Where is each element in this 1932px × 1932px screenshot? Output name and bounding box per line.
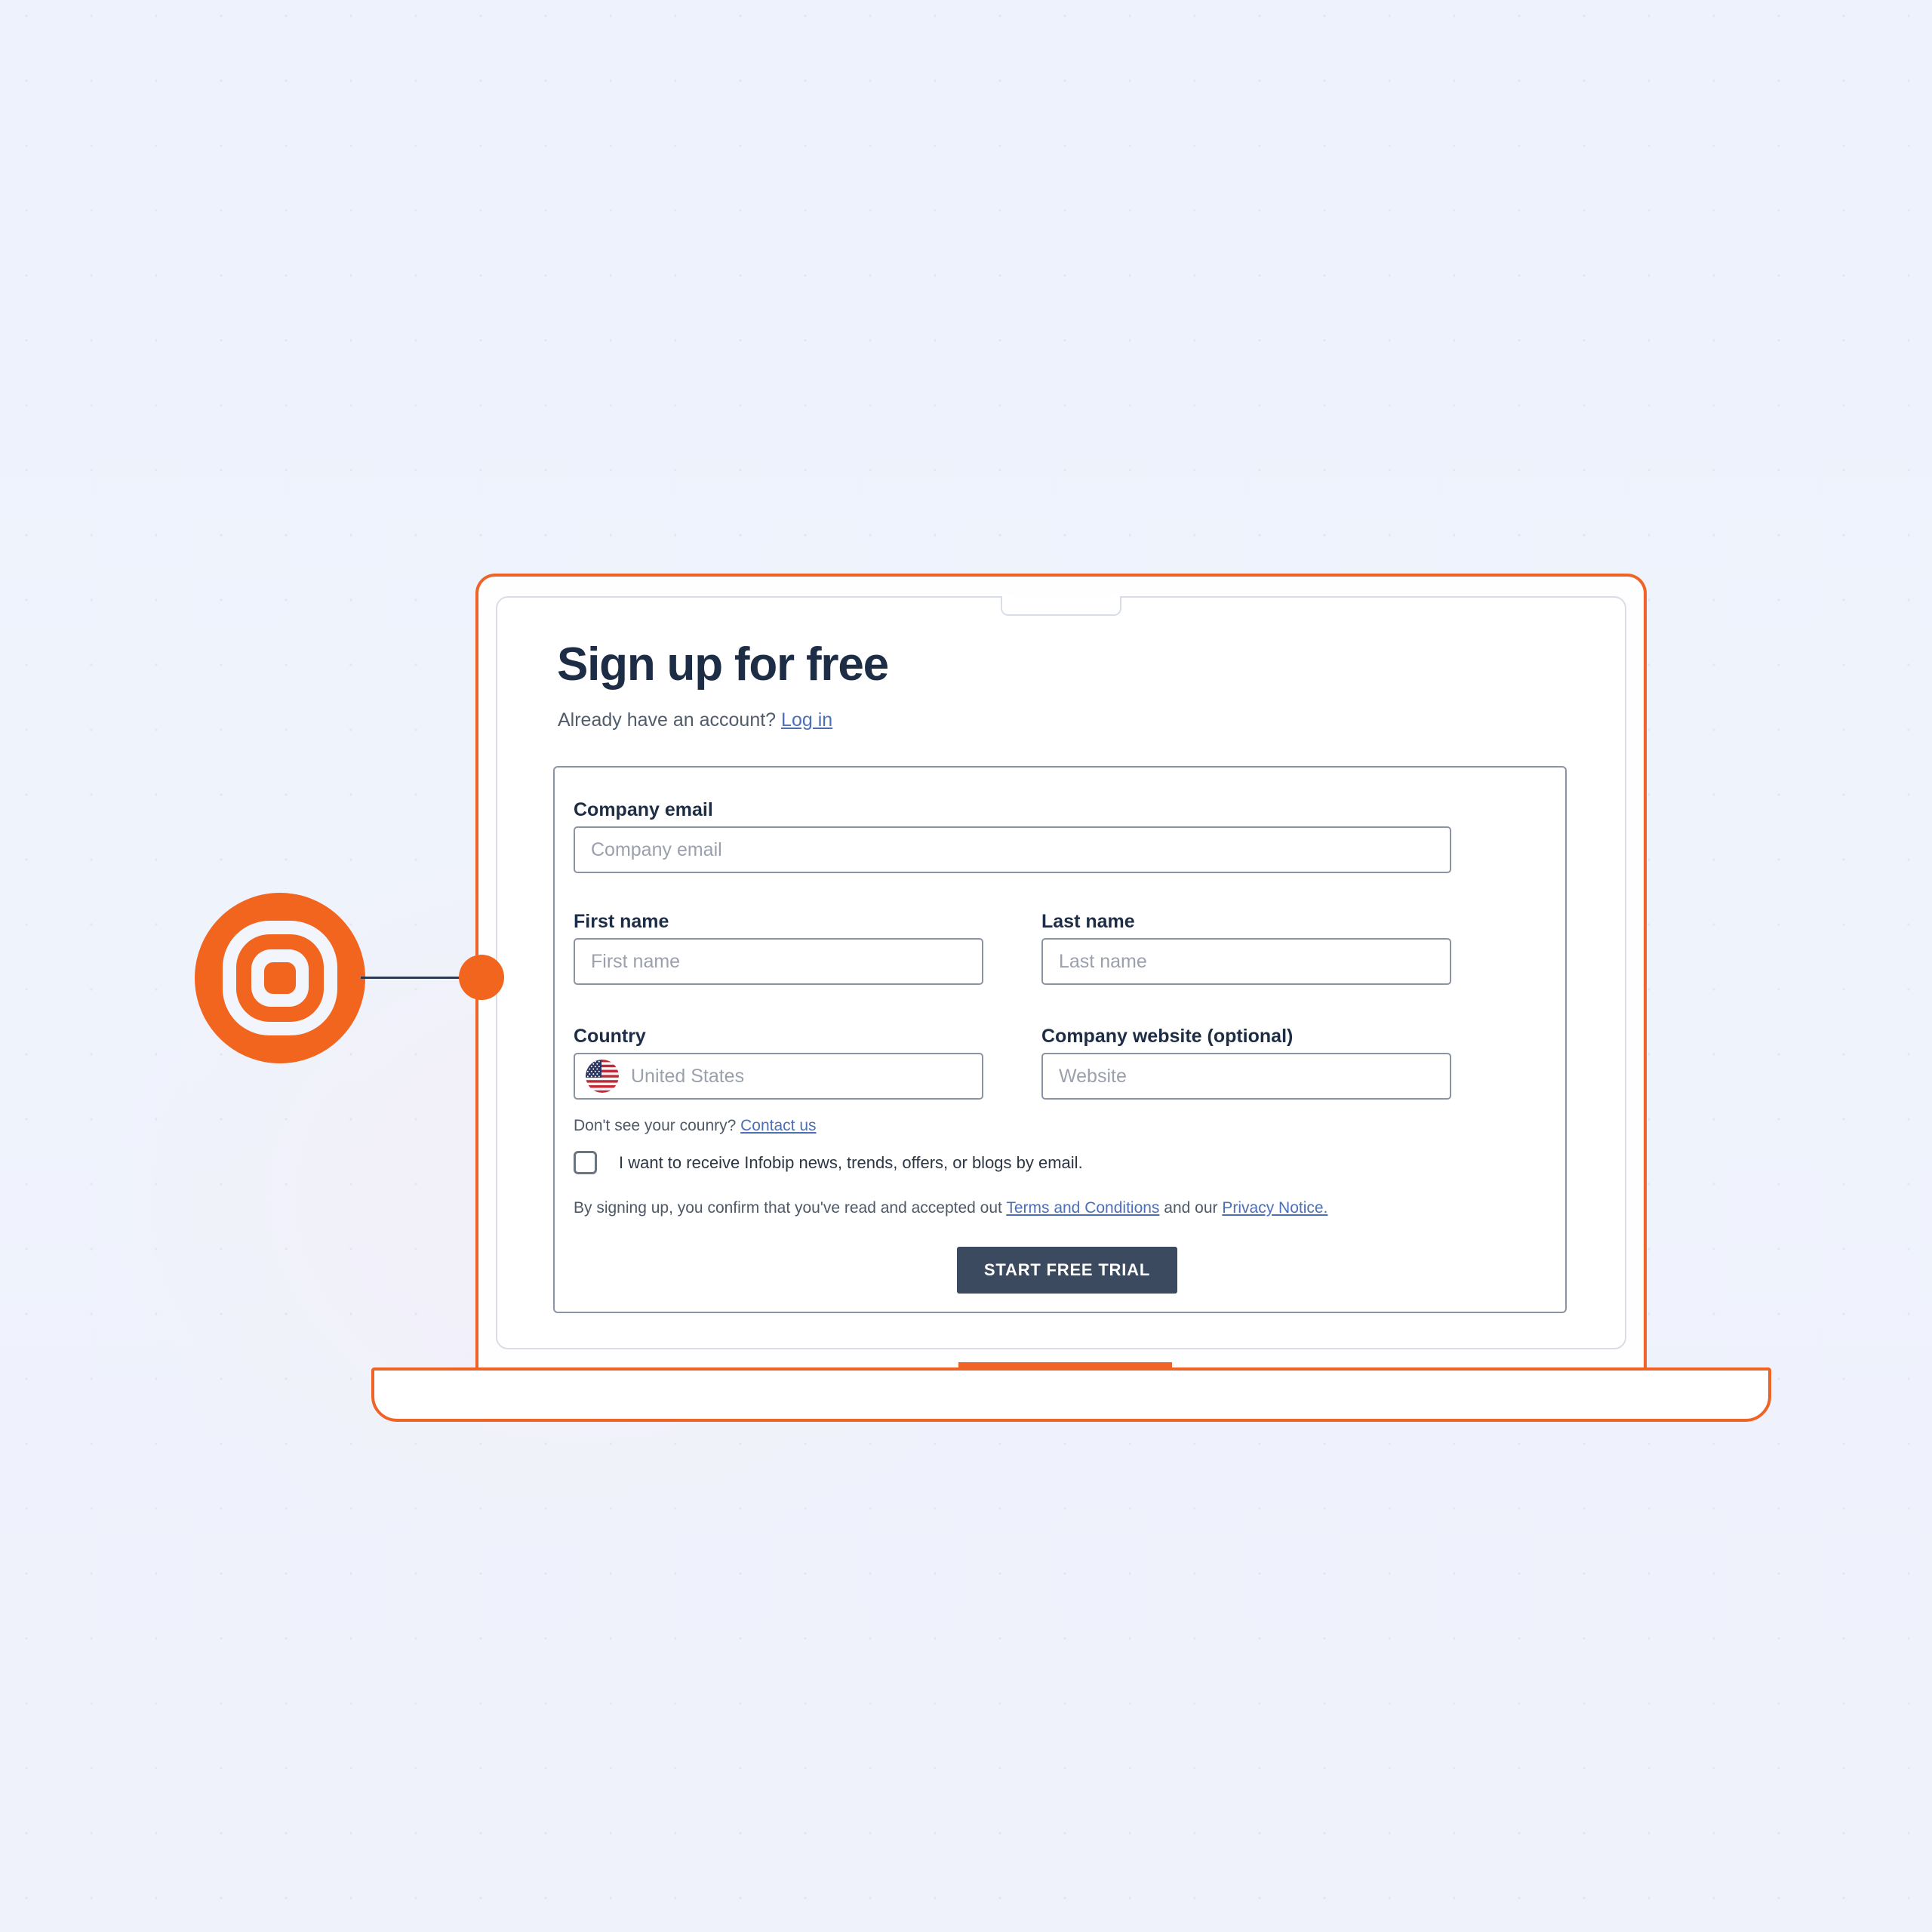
newsletter-checkbox[interactable] — [574, 1151, 597, 1174]
country-select-value: United States — [631, 1065, 745, 1087]
login-prompt-text: Already have an account? — [558, 709, 782, 731]
login-prompt: Already have an account? Log in — [558, 709, 832, 731]
company-email-input[interactable]: Company email — [574, 826, 1451, 873]
log-in-link[interactable]: Log in — [781, 709, 832, 731]
legal-middle: and our — [1159, 1199, 1223, 1217]
country-label: Country — [574, 1026, 646, 1047]
signup-form: Company email Company email First name F… — [553, 766, 1567, 1313]
contact-us-link[interactable]: Contact us — [740, 1117, 816, 1134]
page-title: Sign up for free — [557, 638, 889, 691]
last-name-input[interactable]: Last name — [1041, 938, 1451, 985]
company-website-input[interactable]: Website — [1041, 1053, 1451, 1100]
connector-dot-icon — [459, 955, 504, 1000]
country-helper-text: Don't see your counry? — [574, 1117, 741, 1134]
legal-text: By signing up, you confirm that you've r… — [574, 1199, 1327, 1217]
country-select[interactable]: United States — [574, 1053, 983, 1100]
bullseye-target-icon — [195, 893, 365, 1063]
terms-and-conditions-link[interactable]: Terms and Conditions — [1006, 1199, 1159, 1217]
first-name-label: First name — [574, 911, 669, 932]
last-name-label: Last name — [1041, 911, 1135, 932]
legal-prefix: By signing up, you confirm that you've r… — [574, 1199, 1007, 1217]
us-flag-icon — [586, 1060, 619, 1093]
laptop-base-icon — [371, 1367, 1771, 1422]
newsletter-checkbox-row[interactable]: I want to receive Infobip news, trends, … — [574, 1151, 1083, 1174]
privacy-notice-link[interactable]: Privacy Notice. — [1222, 1199, 1327, 1217]
first-name-input[interactable]: First name — [574, 938, 983, 985]
newsletter-checkbox-label: I want to receive Infobip news, trends, … — [619, 1152, 1083, 1172]
screen-card: Sign up for free Already have an account… — [496, 595, 1626, 1349]
start-free-trial-button[interactable]: START FREE TRIAL — [957, 1247, 1177, 1294]
company-email-label: Company email — [574, 799, 713, 820]
company-website-label: Company website (optional) — [1041, 1026, 1294, 1047]
country-helper: Don't see your counry? Contact us — [574, 1117, 817, 1135]
signup-page: Sign up for free Already have an account… — [497, 598, 1625, 1348]
laptop-illustration: Sign up for free Already have an account… — [0, 0, 1932, 1932]
